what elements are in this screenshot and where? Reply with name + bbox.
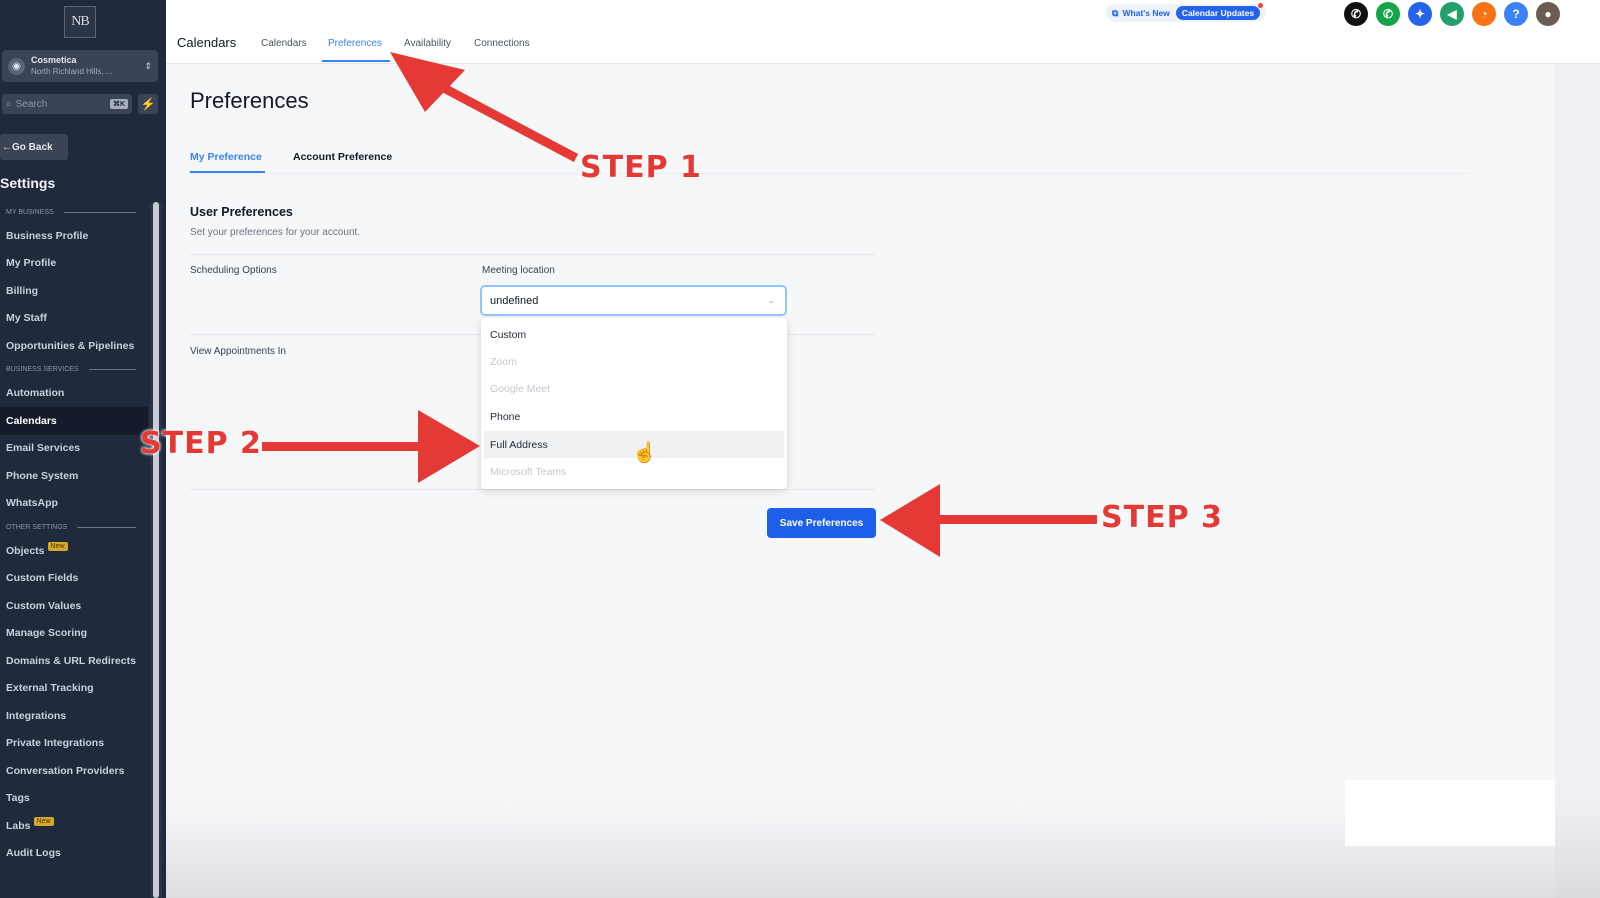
step2-arrow [262,410,480,483]
step2-label: STEP 2 [140,426,262,461]
step1-arrow [390,52,579,162]
step3-arrow [880,484,1097,557]
step3-label: STEP 3 [1101,500,1223,535]
step1-label: STEP 1 [580,150,702,185]
